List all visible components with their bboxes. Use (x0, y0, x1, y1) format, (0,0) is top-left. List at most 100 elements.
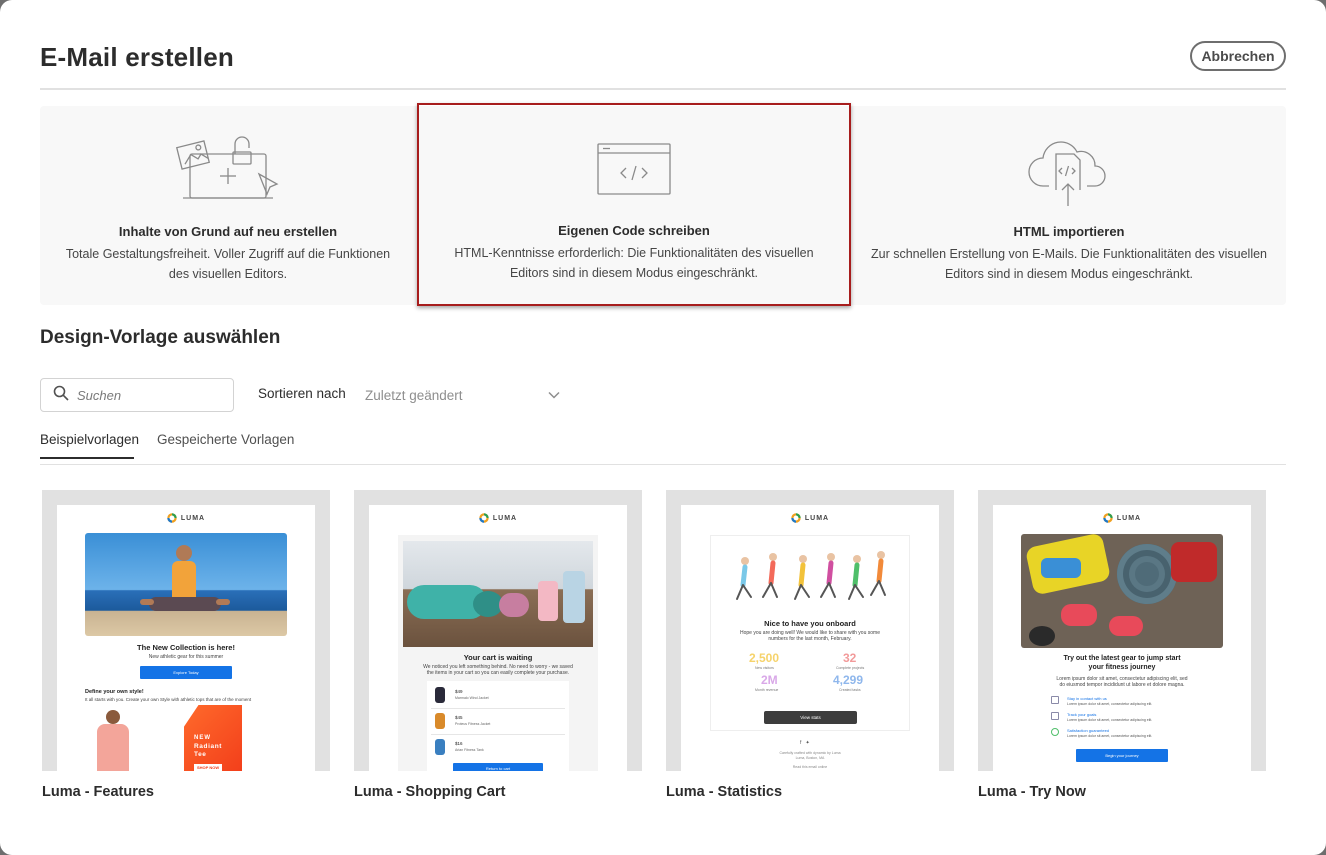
stat-label: Created tasks (839, 688, 861, 692)
option-title: Eigenen Code schreiben (558, 223, 710, 238)
chevron-down-icon (548, 386, 560, 404)
sort-label: Sortieren nach (258, 386, 346, 401)
stat-label: Complete projects (836, 666, 865, 670)
template-name: Luma - Try Now (978, 784, 1086, 800)
design-from-scratch-icon (173, 124, 283, 216)
preview-headline: Nice to have you onboard (764, 619, 856, 628)
preview-section-title: Define your own style! (85, 689, 144, 695)
option-import-html[interactable]: HTML importieren Zur schnellen Erstellun… (852, 106, 1286, 305)
template-thumbnail: LUMA The New Collection is here! New ath… (42, 490, 330, 771)
tabs-divider (40, 464, 1286, 465)
cancel-button[interactable]: Abbrechen (1190, 41, 1286, 71)
luma-logo-icon (479, 513, 489, 523)
sort-select[interactable]: Zuletzt geändert (365, 384, 560, 406)
luma-logo: LUMA (57, 511, 315, 525)
option-description: HTML-Kenntnisse erforderlich: Die Funkti… (454, 243, 813, 283)
template-preview: LUMA Nice to have you onboard Hope you a… (681, 505, 939, 771)
template-card-features[interactable]: LUMA The New Collection is here! New ath… (42, 490, 330, 800)
cart-item-label: Marmalo Wind Jacket (455, 696, 489, 700)
sort-value: Zuletzt geändert (365, 387, 463, 403)
luma-logo: LUMA (993, 511, 1251, 525)
template-thumbnail: LUMA Try out the latest gear to jump sta… (978, 490, 1266, 771)
luma-brand: LUMA (1116, 514, 1142, 522)
preview-button: View stats (764, 711, 857, 724)
cloud-upload-icon (1024, 124, 1114, 216)
search-field[interactable] (40, 378, 234, 412)
promo-button: SHOP NOW (194, 764, 223, 771)
promo-banner: NEW Radiant Tee SHOP NOW (184, 705, 242, 771)
luma-brand: LUMA (180, 514, 206, 522)
preview-section-text: It all starts with you. Create your own … (85, 697, 252, 702)
runners-illustration (736, 551, 886, 600)
preview-button: Begin your journey (1076, 749, 1168, 762)
luma-logo: LUMA (369, 511, 627, 525)
preview-text: do eiusmod tempor incididunt ut labore e… (1059, 682, 1185, 688)
option-design-from-scratch[interactable]: Inhalte von Grund auf neu erstellen Tota… (40, 106, 416, 305)
luma-brand: LUMA (492, 514, 518, 522)
tab-saved-templates[interactable]: Gespeicherte Vorlagen (157, 432, 294, 457)
feature-title: Track your goals (1067, 712, 1097, 717)
search-input[interactable] (77, 387, 217, 403)
preview-text: the items in your cart so you can easily… (426, 670, 570, 676)
create-email-dialog: E-Mail erstellen Abbrechen Inhalte von G… (0, 0, 1326, 855)
template-card-try-now[interactable]: LUMA Try out the latest gear to jump sta… (978, 490, 1266, 800)
stat-value: 4,299 (833, 673, 864, 687)
luma-brand: LUMA (804, 514, 830, 522)
preview-button: Explore Today (140, 666, 232, 679)
template-preview: LUMA The New Collection is here! New ath… (57, 505, 315, 771)
cart-item-label: Arian Fitness Tank (455, 748, 484, 752)
option-description-line: des visuellen Editors. (168, 267, 288, 281)
preview-footer: Read this email online (792, 765, 828, 769)
option-description-line: HTML-Kenntnisse erforderlich: Die Funkti… (454, 246, 814, 260)
preview-headline: Try out the latest gear to jump start (1063, 655, 1181, 662)
yoga-mats-image (403, 541, 593, 647)
feature-text: Lorem ipsum dolor sit amet, consectetur … (1067, 702, 1153, 706)
stat-value: 2M (761, 673, 778, 687)
template-card-shopping-cart[interactable]: LUMA Your cart is waiting We noticed you… (354, 490, 642, 800)
option-description-line: Editors sind in diesem Modus eingeschrän… (509, 266, 759, 280)
tee-model-image (93, 710, 133, 771)
preview-footer: Carefully crafted with dynamic by Luma (779, 751, 841, 755)
option-description-line: Editors sind in diesem Modus eingeschrän… (944, 267, 1194, 281)
feature-text: Lorem ipsum dolor sit amet, consectetur … (1067, 734, 1153, 738)
preview-headline: The New Collection is here! (137, 643, 235, 652)
preview-headline: your fitness journey (1088, 664, 1156, 671)
chart-icon (1051, 712, 1059, 720)
option-title: HTML importieren (1013, 224, 1125, 239)
stat-label: New visitors (755, 666, 774, 670)
template-preview: LUMA Your cart is waiting We noticed you… (369, 505, 627, 771)
tab-sample-templates[interactable]: Beispielvorlagen (40, 432, 139, 459)
cart-items-list: $49 Marmalo Wind Jacket $45 Proteus Fitn… (427, 681, 569, 771)
template-thumbnail: LUMA Nice to have you onboard Hope you a… (666, 490, 954, 771)
yoga-hero-image (85, 533, 287, 636)
option-description: Totale Gestaltungsfreiheit. Voller Zugri… (66, 244, 390, 284)
template-preview: LUMA Try out the latest gear to jump sta… (993, 505, 1251, 771)
cart-item-price: $16 (455, 741, 463, 746)
title-divider (40, 88, 1286, 90)
preview-text: numbers for the last month, February. (768, 636, 852, 642)
feature-title: Satisfaction guaranteed (1067, 728, 1110, 733)
template-name: Luma - Features (42, 784, 154, 800)
preview-footer: Luma, Boston, MA (795, 756, 825, 760)
luma-logo-icon (167, 513, 177, 523)
promo-text: Tee (194, 751, 207, 758)
option-description: Zur schnellen Erstellung von E-Mails. Di… (871, 244, 1267, 284)
preview-button: Return to cart (453, 763, 543, 771)
preview-subline: New athletic gear for this summer (148, 654, 224, 660)
code-window-icon (594, 123, 674, 215)
promo-text: NEW (194, 735, 211, 741)
feature-text: Lorem ipsum dolor sit amet, consectetur … (1067, 718, 1153, 722)
promo-text: Radiant (194, 743, 223, 750)
option-description-line: Totale Gestaltungsfreiheit. Voller Zugri… (65, 247, 391, 261)
templates-heading: Design-Vorlage auswählen (40, 327, 281, 348)
option-write-own-code[interactable]: Eigenen Code schreiben HTML-Kenntnisse e… (417, 103, 851, 306)
template-card-statistics[interactable]: LUMA Nice to have you onboard Hope you a… (666, 490, 954, 800)
option-description-line: Zur schnellen Erstellung von E-Mails. Di… (870, 247, 1268, 261)
cart-item-price: $45 (455, 715, 463, 720)
luma-logo-icon (1103, 513, 1113, 523)
cart-item-price: $49 (455, 689, 463, 694)
social-icons: f ✦ (800, 740, 810, 746)
search-icon (53, 385, 69, 406)
template-name: Luma - Statistics (666, 784, 783, 800)
mail-icon (1051, 696, 1059, 704)
